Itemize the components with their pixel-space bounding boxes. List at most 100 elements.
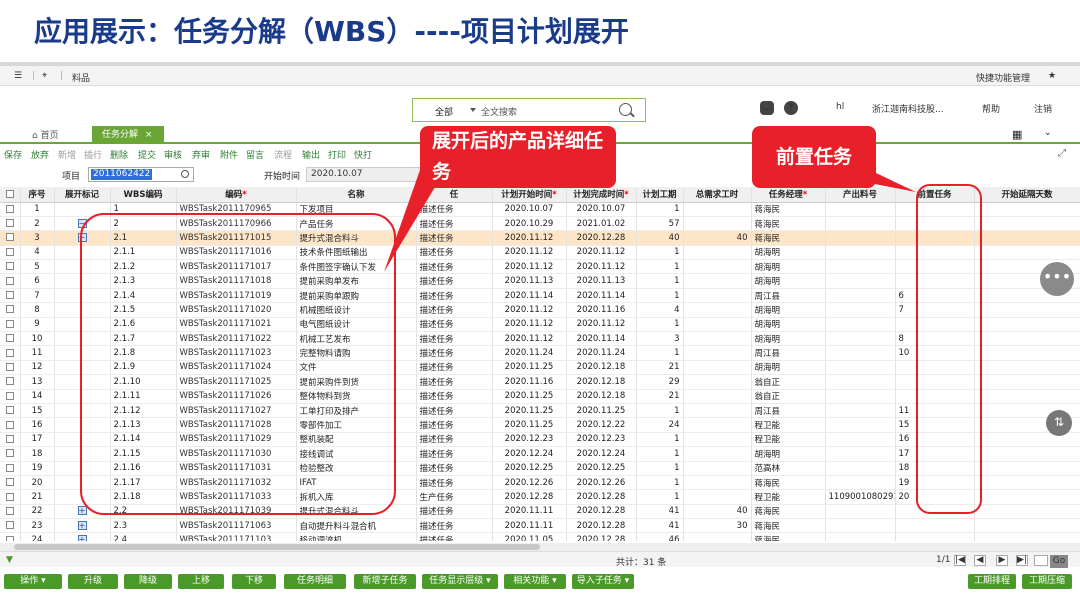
cell-plan-start[interactable]: 2020.11.12	[492, 317, 567, 333]
col-plan-start[interactable]: 计划开始时间*	[492, 187, 567, 203]
cell-plan-end[interactable]: 2020.12.18	[566, 360, 637, 376]
checkbox-icon[interactable]	[5, 463, 14, 472]
more-options-icon[interactable]: •••	[1040, 262, 1074, 296]
cell-plan-start[interactable]: 2020.12.28	[492, 489, 567, 505]
cell-hours[interactable]	[683, 417, 752, 433]
col-expand[interactable]: 展开标记	[54, 187, 111, 203]
cell-start-lag[interactable]	[974, 216, 1080, 232]
cell-type[interactable]: 描述任务	[416, 345, 493, 361]
cell-plan-start[interactable]: 2020.11.16	[492, 374, 567, 390]
cell-hours[interactable]	[683, 374, 752, 390]
cell-start-lag[interactable]	[974, 446, 1080, 462]
cell-part[interactable]	[825, 259, 896, 275]
cell-duration[interactable]: 1	[636, 317, 684, 333]
cell-start-lag[interactable]	[974, 202, 1080, 217]
fullscreen-icon[interactable]: ⤢	[1058, 148, 1066, 159]
expand-icon[interactable]: +	[77, 506, 87, 516]
first-page-button[interactable]: |◀	[954, 555, 966, 566]
cell-part[interactable]	[825, 273, 896, 289]
cell-plan-end[interactable]: 2020.11.12	[566, 317, 637, 333]
col-duration[interactable]: 计划工期	[636, 187, 684, 203]
upgrade-button[interactable]: 升级	[68, 574, 118, 589]
cell-duration[interactable]: 1	[636, 461, 684, 476]
cell-seq[interactable]: 13	[20, 374, 55, 390]
cell-type[interactable]: 描述任务	[416, 360, 493, 376]
cell-start-lag[interactable]	[974, 504, 1080, 520]
cell-seq[interactable]: 14	[20, 389, 55, 404]
cell-plan-end[interactable]: 2020.12.25	[566, 461, 637, 476]
cell-plan-end[interactable]: 2020.12.28	[566, 230, 637, 246]
cell-plan-start[interactable]: 2020.10.29	[492, 216, 567, 232]
cell-duration[interactable]: 1	[636, 345, 684, 361]
cell-hours[interactable]: 40	[683, 504, 752, 520]
cell-plan-end[interactable]: 2020.11.13	[566, 273, 637, 289]
cell-duration[interactable]: 3	[636, 331, 684, 347]
cell-start-lag[interactable]	[974, 245, 1080, 261]
cell-plan-start[interactable]: 2020.11.12	[492, 245, 567, 261]
comment-button[interactable]: 留言	[246, 148, 264, 161]
row-checkbox[interactable]	[0, 389, 21, 404]
cell-seq[interactable]: 22	[20, 504, 55, 520]
cell-seq[interactable]: 10	[20, 331, 55, 347]
help-link[interactable]: 帮助	[982, 102, 1000, 115]
cell-seq[interactable]: 9	[20, 317, 55, 333]
col-manager[interactable]: 任务经理*	[751, 187, 826, 203]
cell-manager[interactable]: 周江县	[751, 403, 826, 419]
cell-manager[interactable]: 胡海明	[751, 302, 826, 318]
cell-part[interactable]	[825, 432, 896, 448]
cell-part[interactable]	[825, 417, 896, 433]
cell-type[interactable]: 描述任务	[416, 446, 493, 462]
cell-plan-start[interactable]: 2020.11.12	[492, 331, 567, 347]
cell-manager[interactable]: 蒋海民	[751, 504, 826, 520]
cell-manager[interactable]: 蒋海民	[751, 475, 826, 491]
cell-predecessor[interactable]	[895, 532, 975, 541]
discard-button[interactable]: 放弃	[31, 148, 49, 161]
col-plan-end[interactable]: 计划完成时间*	[566, 187, 637, 203]
cell-part[interactable]	[825, 461, 896, 476]
row-checkbox[interactable]	[0, 475, 21, 491]
workflow-button[interactable]: 流程	[274, 148, 292, 161]
user-name[interactable]: hl	[836, 102, 844, 112]
row-checkbox[interactable]	[0, 345, 21, 361]
cell-type[interactable]: 生产任务	[416, 489, 493, 505]
cell-duration[interactable]: 1	[636, 245, 684, 261]
cell-hours[interactable]	[683, 389, 752, 404]
cell-hours[interactable]	[683, 446, 752, 462]
cell-hours[interactable]	[683, 489, 752, 505]
cell-part[interactable]	[825, 389, 896, 404]
cell-type[interactable]: 描述任务	[416, 302, 493, 318]
cell-hours[interactable]	[683, 532, 752, 541]
cell-part[interactable]	[825, 216, 896, 232]
cell-part[interactable]	[825, 504, 896, 520]
row-checkbox[interactable]	[0, 202, 21, 217]
cell-plan-end[interactable]: 2020.12.28	[566, 489, 637, 505]
cell-start-lag[interactable]	[974, 345, 1080, 361]
print-button[interactable]: 打印	[328, 148, 346, 161]
cell-start-lag[interactable]	[974, 489, 1080, 505]
cell-type[interactable]: 描述任务	[416, 532, 493, 541]
cell-start-lag[interactable]	[974, 518, 1080, 534]
insert-row-button[interactable]: 插行	[84, 148, 102, 161]
cell-wbs[interactable]: 2.4	[110, 532, 177, 541]
checkbox-icon[interactable]	[5, 478, 14, 487]
chevron-down-icon[interactable]: ⌄	[1044, 128, 1052, 138]
cell-plan-start[interactable]: 2020.11.12	[492, 259, 567, 275]
cell-seq[interactable]: 19	[20, 461, 55, 476]
cell-manager[interactable]: 周江县	[751, 345, 826, 361]
cell-manager[interactable]: 胡海明	[751, 331, 826, 347]
cell-expand[interactable]: +	[54, 518, 111, 534]
cell-hours[interactable]	[683, 273, 752, 289]
star-icon[interactable]: ★	[1048, 71, 1056, 81]
checkbox-icon[interactable]	[5, 449, 14, 458]
menu-icon[interactable]: ☰	[14, 71, 22, 81]
cell-manager[interactable]: 蒋海民	[751, 216, 826, 232]
cell-part[interactable]	[825, 317, 896, 333]
tab-task-decomposition[interactable]: 任务分解 ×	[92, 126, 164, 144]
cell-plan-end[interactable]: 2020.12.28	[566, 532, 637, 541]
checkbox-icon[interactable]	[5, 406, 14, 415]
cell-plan-end[interactable]: 2020.12.28	[566, 504, 637, 520]
row-checkbox[interactable]	[0, 432, 21, 448]
scrollbar-thumb[interactable]	[14, 544, 540, 550]
cell-manager[interactable]: 胡海明	[751, 317, 826, 333]
cell-hours[interactable]	[683, 202, 752, 217]
